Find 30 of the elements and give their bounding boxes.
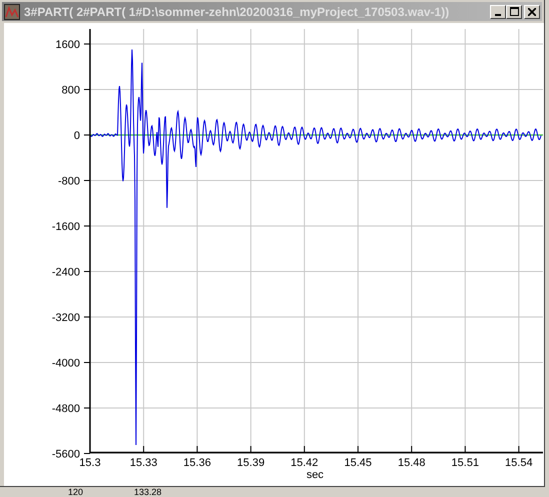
chart-icon	[4, 4, 20, 20]
y-tick-label: 0	[74, 130, 80, 142]
x-tick-label: 15.42	[290, 457, 318, 469]
background-text: 133.28	[134, 487, 162, 497]
x-tick-label: 15.39	[237, 457, 265, 469]
window-title: 3#PART( 2#PART( 1#D:\sommer-zehn\20200316_myProject_170503.wav-1))	[24, 4, 450, 18]
y-tick-label: -800	[58, 176, 80, 188]
close-button[interactable]	[524, 4, 540, 18]
x-tick-label: 15.3	[79, 457, 101, 469]
minimize-icon	[495, 14, 501, 16]
y-tick-label: -3200	[52, 312, 80, 324]
x-tick-label: 15.36	[183, 457, 211, 469]
x-tick-label: 15.45	[344, 457, 372, 469]
y-tick-label: -2400	[52, 266, 80, 278]
x-tick-label: 15.33	[130, 457, 158, 469]
minimize-button[interactable]	[490, 4, 506, 18]
maximize-icon	[510, 7, 518, 16]
maximize-button[interactable]	[506, 4, 522, 18]
y-tick-label: -4800	[52, 403, 80, 415]
x-tick-label: 15.54	[505, 457, 533, 469]
y-tick-label: -4000	[52, 358, 80, 370]
y-tick-label: 1600	[56, 39, 80, 51]
y-tick-label: 800	[62, 84, 80, 96]
y-tick-label: -1600	[52, 221, 80, 233]
close-icon	[528, 8, 536, 16]
x-axis-label: sec	[306, 469, 324, 481]
y-tick-label: -5600	[52, 448, 80, 460]
background-text: 120	[68, 487, 84, 497]
x-tick-label: 15.51	[451, 457, 479, 469]
x-tick-label: 15.48	[398, 457, 426, 469]
